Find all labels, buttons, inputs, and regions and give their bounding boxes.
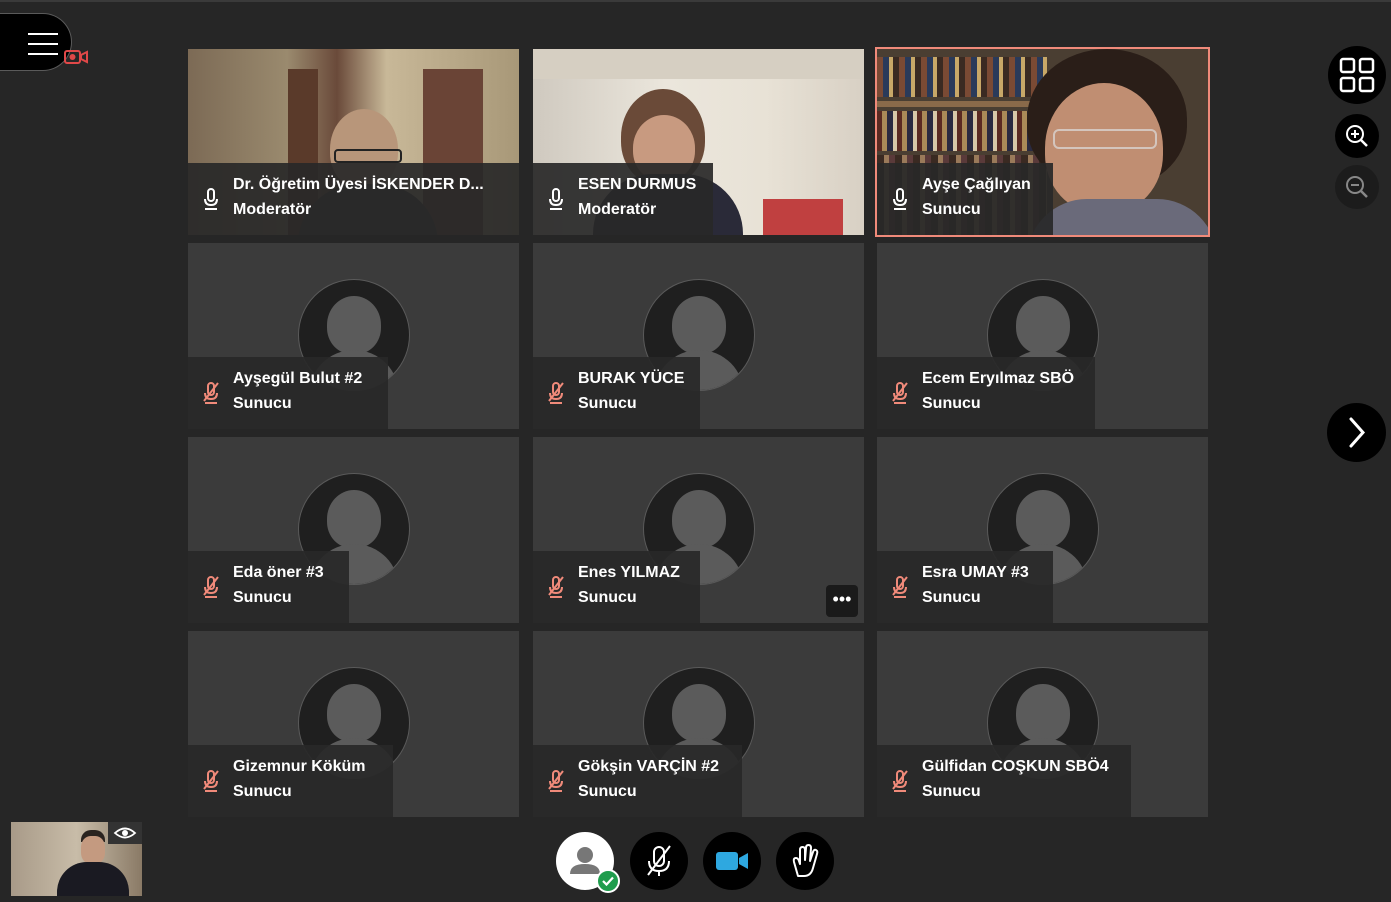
- microphone-icon: [204, 188, 218, 210]
- participant-name: Eda öner #3: [233, 564, 324, 581]
- grid-layout-button[interactable]: [1328, 46, 1386, 104]
- participant-tile[interactable]: Enes YILMAZ Sunucu •••: [533, 437, 864, 623]
- participant-label: Ayşegül Bulut #2 Sunucu: [188, 357, 388, 429]
- participant-role: Moderatör: [233, 201, 312, 218]
- participant-label: Ecem Eryılmaz SBÖ Sunucu: [877, 357, 1095, 429]
- participant-tile[interactable]: Gülfidan COŞKUN SBÖ4 Sunucu: [877, 631, 1208, 817]
- microphone-muted-icon: [548, 382, 564, 404]
- microphone-muted-icon: [203, 382, 219, 404]
- participant-role: Sunucu: [233, 783, 292, 800]
- participant-role: Sunucu: [578, 589, 637, 606]
- participant-name: BURAK YÜCE: [578, 370, 685, 387]
- participant-name: Gülfidan COŞKUN SBÖ4: [922, 758, 1109, 775]
- top-border: [0, 0, 1391, 2]
- participant-label: Esra UMAY #3 Sunucu: [877, 551, 1053, 623]
- participant-tile[interactable]: Eda öner #3 Sunucu: [188, 437, 519, 623]
- participant-tile[interactable]: Ayşegül Bulut #2 Sunucu: [188, 243, 519, 429]
- participant-label: Gizemnur Köküm Sunucu: [188, 745, 393, 817]
- microphone-icon: [893, 188, 907, 210]
- camera-icon: [716, 852, 748, 870]
- zoom-out-button[interactable]: [1335, 165, 1379, 209]
- participant-name: Esra UMAY #3: [922, 564, 1029, 581]
- participant-label: Dr. Öğretim Üyesi İSKENDER D... Moderatö…: [188, 163, 519, 235]
- participant-label: Enes YILMAZ Sunucu: [533, 551, 700, 623]
- chevron-right-icon: [1349, 417, 1366, 448]
- participant-tile[interactable]: Ecem Eryılmaz SBÖ Sunucu: [877, 243, 1208, 429]
- eye-icon: [113, 827, 137, 839]
- grid-layout-icon: [1339, 57, 1375, 93]
- zoom-in-icon: [1346, 125, 1368, 147]
- participant-tile[interactable]: Gizemnur Köküm Sunucu: [188, 631, 519, 817]
- hamburger-icon: [28, 33, 58, 63]
- participant-role: Sunucu: [922, 395, 981, 412]
- microphone-muted-icon: [892, 576, 908, 598]
- participant-label: Gökşin VARÇİN #2 Sunucu: [533, 745, 742, 817]
- participant-role: Sunucu: [578, 395, 637, 412]
- participant-tile[interactable]: Esra UMAY #3 Sunucu: [877, 437, 1208, 623]
- participant-grid: Dr. Öğretim Üyesi İSKENDER D... Moderatö…: [188, 47, 1210, 817]
- microphone-muted-icon: [203, 770, 219, 792]
- participant-role: Sunucu: [922, 201, 981, 218]
- participant-name: ESEN DURMUS: [578, 176, 697, 193]
- camera-toggle-button[interactable]: [703, 832, 761, 890]
- more-options-button[interactable]: •••: [826, 585, 858, 617]
- recording-camera-icon: [64, 50, 88, 64]
- microphone-muted-icon: [647, 845, 671, 876]
- status-check-icon: [596, 869, 620, 893]
- participant-label: Gülfidan COŞKUN SBÖ4 Sunucu: [877, 745, 1131, 817]
- hide-self-view-button[interactable]: [108, 822, 142, 844]
- participant-name: Ayşegül Bulut #2: [233, 370, 363, 387]
- participant-name: Ayşe Çağlıyan: [922, 176, 1031, 193]
- microphone-icon: [549, 188, 563, 210]
- participant-tile[interactable]: BURAK YÜCE Sunucu: [533, 243, 864, 429]
- participant-tile[interactable]: Dr. Öğretim Üyesi İSKENDER D... Moderatö…: [188, 49, 519, 235]
- participant-tile-active[interactable]: Ayşe Çağlıyan Sunucu: [875, 47, 1210, 237]
- participant-name: Gizemnur Köküm: [233, 758, 366, 775]
- microphone-muted-icon: [892, 770, 908, 792]
- participant-label: BURAK YÜCE Sunucu: [533, 357, 700, 429]
- participant-label: Eda öner #3 Sunucu: [188, 551, 349, 623]
- microphone-muted-icon: [548, 576, 564, 598]
- participant-name: Ecem Eryılmaz SBÖ: [922, 370, 1075, 387]
- next-page-button[interactable]: [1327, 403, 1386, 462]
- participant-role: Sunucu: [233, 395, 292, 412]
- participant-name: Gökşin VARÇİN #2: [578, 758, 720, 775]
- participant-name: Dr. Öğretim Üyesi İSKENDER D...: [233, 176, 484, 193]
- participant-role: Sunucu: [233, 589, 292, 606]
- participant-role: Sunucu: [578, 783, 637, 800]
- participant-label: ESEN DURMUS Moderatör: [533, 163, 713, 235]
- participant-name: Enes YILMAZ: [578, 564, 680, 581]
- microphone-toggle-button[interactable]: [630, 832, 688, 890]
- participant-role: Moderatör: [578, 201, 657, 218]
- zoom-out-icon: [1346, 176, 1368, 198]
- participant-tile[interactable]: ESEN DURMUS Moderatör: [533, 49, 864, 235]
- microphone-muted-icon: [548, 770, 564, 792]
- raise-hand-button[interactable]: [776, 832, 834, 890]
- self-view-video[interactable]: [11, 822, 142, 896]
- participant-role: Sunucu: [922, 783, 981, 800]
- zoom-in-button[interactable]: [1335, 114, 1379, 158]
- participant-role: Sunucu: [922, 589, 981, 606]
- microphone-muted-icon: [892, 382, 908, 404]
- raise-hand-icon: [792, 844, 819, 877]
- microphone-muted-icon: [203, 576, 219, 598]
- participant-label: Ayşe Çağlıyan Sunucu: [877, 163, 1053, 235]
- participant-tile[interactable]: Gökşin VARÇİN #2 Sunucu: [533, 631, 864, 817]
- menu-button[interactable]: [0, 13, 72, 71]
